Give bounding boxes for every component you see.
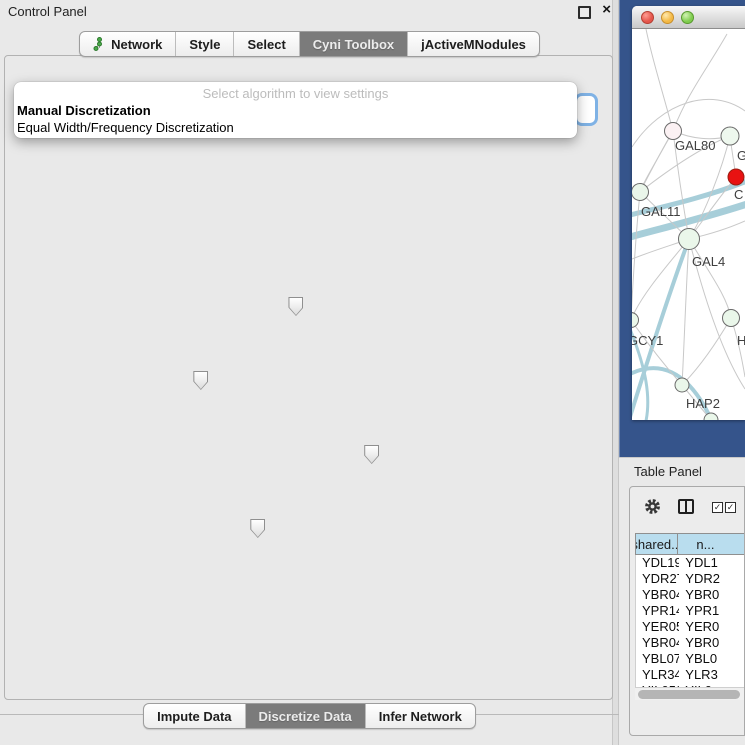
network-window-titlebar	[632, 6, 745, 29]
bottom-tab-label: Discretize Data	[259, 709, 352, 724]
table-cell: YDR2	[679, 571, 745, 587]
network-node-HAP2[interactable]	[675, 378, 689, 392]
table-panel-window: ✓ ✓ shared...n... YDL19...YDL1YDR27...YD…	[629, 486, 745, 736]
tab-select[interactable]: Select	[234, 32, 299, 56]
table-row[interactable]: YBR045CYBR0	[636, 635, 745, 651]
network-node-label: GCY1	[632, 333, 663, 348]
network-node-GCY1[interactable]	[632, 313, 639, 328]
column-header-1[interactable]: shared...	[635, 533, 678, 555]
table-cell: YBR0	[679, 635, 745, 651]
table-cell: YBR045C	[636, 635, 679, 651]
tab-jactivemnodules[interactable]: jActiveMNodules	[408, 32, 539, 56]
network-node-H-partial[interactable]	[723, 310, 740, 327]
panel-splitter[interactable]	[612, 0, 619, 745]
network-node-GAL80[interactable]	[665, 123, 682, 140]
table-header-row: shared...n...	[635, 533, 745, 555]
table-hscrollbar-thumb[interactable]	[638, 690, 740, 699]
table-cell: YDL19...	[636, 555, 679, 571]
network-node-label: GAL80	[675, 138, 715, 153]
table-cell: YPR1	[679, 603, 745, 619]
table-cell: YLR3	[679, 667, 745, 683]
table-toolbar: ✓ ✓	[630, 487, 744, 527]
network-node-GAL4[interactable]	[679, 229, 700, 250]
network-node-label: GA	[737, 148, 745, 163]
network-canvas[interactable]: GAL80 GA C GAL11 GAL4 GCY1 H HAP2	[632, 29, 745, 420]
bottom-tab-impute-data[interactable]: Impute Data	[144, 704, 245, 728]
table-rows: YDL19...YDL1YDR27...YDR2YBR043CYBR0YPR14…	[635, 555, 745, 687]
algorithm-option-manual-discretization[interactable]: Manual Discretization	[14, 102, 577, 119]
top-tab-strip: Network Style Select Cyni Toolbox jActiveMNo…	[0, 31, 619, 57]
table-row[interactable]: YER054CYER0	[636, 619, 745, 635]
table-cell: YDR27...	[636, 571, 679, 587]
network-icon	[93, 37, 106, 51]
network-edge	[682, 318, 731, 385]
tab-label: Select	[247, 37, 285, 52]
table-cell: YBR043C	[636, 587, 679, 603]
zoom-traffic-light-icon[interactable]	[681, 11, 694, 24]
network-edge	[673, 34, 727, 131]
float-window-icon[interactable]	[578, 6, 591, 19]
network-edge	[632, 239, 689, 320]
table-cell: YBL0	[679, 651, 745, 667]
close-traffic-light-icon[interactable]	[641, 11, 654, 24]
tab-label: Style	[189, 37, 220, 52]
network-edge	[646, 29, 673, 131]
algorithm-option-equal-width-frequency-discretization[interactable]: Equal Width/Frequency Discretization	[14, 119, 577, 136]
table-hscrollbar-track[interactable]	[635, 687, 745, 700]
table-cell: YER0	[679, 619, 745, 635]
top-tab-group: Network Style Select Cyni Toolbox jActiveMNo…	[79, 31, 540, 57]
table-panel-title: Table Panel	[634, 464, 702, 479]
table-row[interactable]: YDR27...YDR2	[636, 571, 745, 587]
minimize-traffic-light-icon[interactable]	[661, 11, 674, 24]
table-cell: YDL1	[679, 555, 745, 571]
table-row[interactable]: YPR145WYPR1	[636, 603, 745, 619]
columns-icon[interactable]	[678, 499, 694, 514]
gear-icon[interactable]	[644, 498, 661, 515]
network-node-selected-node[interactable]	[728, 169, 744, 185]
network-node-label: GAL11	[641, 204, 681, 219]
checkbox-icon[interactable]: ✓	[712, 502, 723, 513]
tab-style[interactable]: Style	[176, 32, 234, 56]
close-icon[interactable]: ×	[602, 1, 611, 18]
control-panel: Control Panel × Network Style Select Cyni T…	[0, 0, 619, 745]
bottom-tab-infer-network[interactable]: Infer Network	[366, 704, 475, 728]
network-node-label: GAL4	[692, 254, 725, 269]
network-node-GA-partial[interactable]	[721, 127, 739, 145]
algorithm-prompt: Select algorithm to view settings	[14, 82, 577, 102]
table-row[interactable]: YDL19...YDL1	[636, 555, 745, 571]
network-node-label: H	[737, 333, 745, 348]
bottom-tab-label: Impute Data	[157, 709, 231, 724]
tab-network[interactable]: Network	[80, 32, 176, 56]
tab-label: Network	[111, 37, 162, 52]
table-row[interactable]: YLR345WYLR3	[636, 667, 745, 683]
table-cell: YPR145W	[636, 603, 679, 619]
checkbox-icon[interactable]: ✓	[725, 502, 736, 513]
tab-label: Cyni Toolbox	[313, 37, 394, 52]
network-node-label: HAP2	[686, 396, 720, 411]
cyni-toolbox-content	[4, 55, 613, 700]
network-edge	[689, 239, 731, 318]
panel-title: Control Panel	[8, 4, 87, 19]
table-row[interactable]: YBL079WYBL0	[636, 651, 745, 667]
table-row[interactable]: YBR043CYBR0	[636, 587, 745, 603]
table-panel-titlebar: Table Panel	[619, 457, 745, 485]
bottom-tab-strip: Impute Data Discretize Data Infer Network	[0, 703, 619, 729]
algorithm-dropdown-popup: Select algorithm to view settings Manual…	[14, 82, 577, 138]
tab-cyni-toolbox[interactable]: Cyni Toolbox	[300, 32, 408, 56]
bottom-tab-group: Impute Data Discretize Data Infer Network	[143, 703, 476, 729]
node-table: shared...n... YDL19...YDL1YDR27...YDR2YB…	[635, 533, 745, 687]
bottom-tab-label: Infer Network	[379, 709, 462, 724]
table-cell: YLR345W	[636, 667, 679, 683]
tab-label: jActiveMNodules	[421, 37, 526, 52]
table-cell: YBL079W	[636, 651, 679, 667]
control-panel-titlebar: Control Panel ×	[0, 0, 619, 24]
algorithm-combo-focus[interactable]	[574, 93, 598, 126]
network-node-GAL11[interactable]	[632, 184, 649, 201]
bottom-tab-discretize-data[interactable]: Discretize Data	[246, 704, 366, 728]
column-header-2[interactable]: n...	[678, 533, 745, 555]
network-node-label: C	[734, 187, 743, 202]
network-window: GAL80 GA C GAL11 GAL4 GCY1 H HAP2	[632, 6, 745, 420]
table-cell: YER054C	[636, 619, 679, 635]
table-cell: YBR0	[679, 587, 745, 603]
